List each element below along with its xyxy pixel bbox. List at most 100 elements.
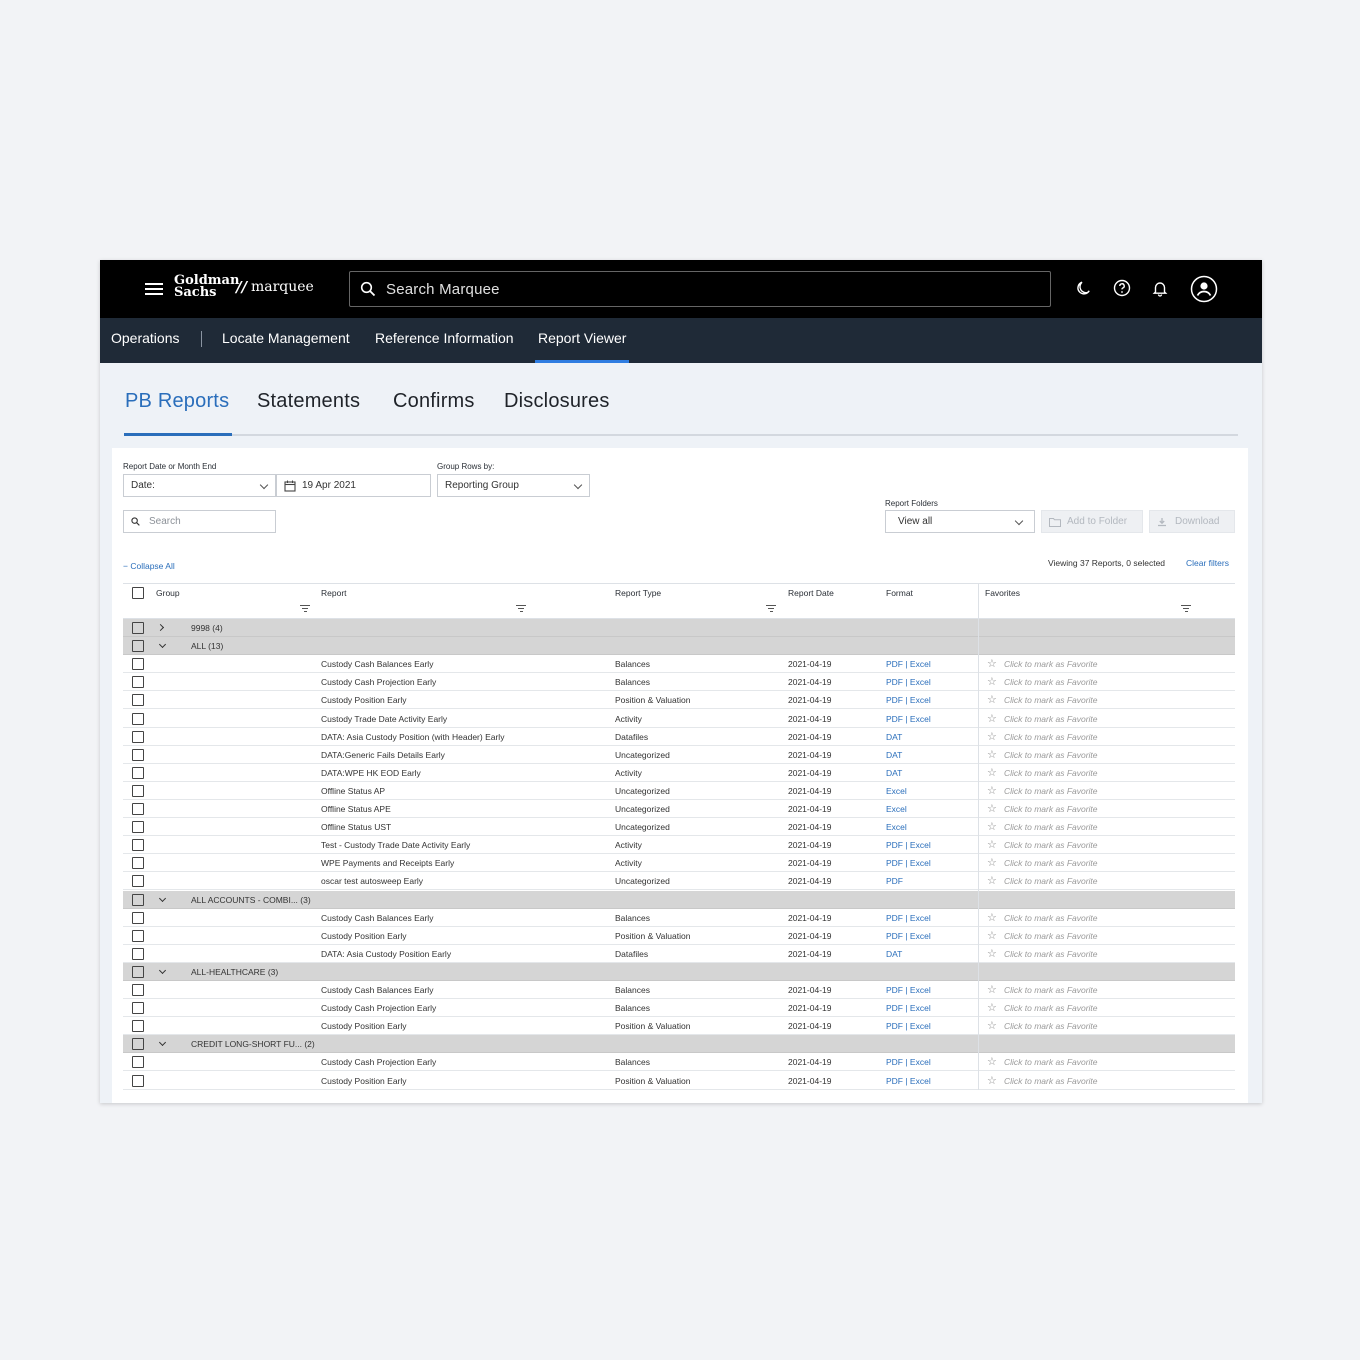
report-format-links[interactable]: PDF | Excel <box>886 913 931 923</box>
column-header-format[interactable]: Format <box>886 588 913 598</box>
mark-favorite-link[interactable]: Click to mark as Favorite <box>1004 804 1098 814</box>
star-icon[interactable]: ☆ <box>987 822 997 833</box>
date-picker[interactable]: 19 Apr 2021 <box>276 474 431 497</box>
table-row[interactable]: Custody Trade Date Activity Early Activit… <box>123 710 1235 728</box>
mark-favorite-link[interactable]: Click to mark as Favorite <box>1004 913 1098 923</box>
star-icon[interactable]: ☆ <box>987 1057 997 1068</box>
filter-icon[interactable] <box>300 605 310 613</box>
report-format-links[interactable]: Excel <box>886 822 907 832</box>
star-icon[interactable]: ☆ <box>987 695 997 706</box>
chevron-down-icon[interactable] <box>158 894 167 902</box>
filter-icon[interactable] <box>766 605 776 613</box>
add-to-folder-button[interactable]: Add to Folder <box>1041 510 1143 533</box>
mark-favorite-link[interactable]: Click to mark as Favorite <box>1004 1076 1098 1086</box>
row-checkbox[interactable] <box>132 947 144 960</box>
table-row[interactable]: Custody Cash Balances Early Balances 2021-… <box>123 655 1235 674</box>
table-row[interactable]: DATA: Asia Custody Position (with Header… <box>123 728 1235 746</box>
star-icon[interactable]: ☆ <box>987 948 997 960</box>
report-format-links[interactable]: DAT <box>886 949 902 959</box>
mark-favorite-link[interactable]: Click to mark as Favorite <box>1004 677 1098 687</box>
mark-favorite-link[interactable]: Click to mark as Favorite <box>1004 1003 1098 1013</box>
row-checkbox[interactable] <box>132 658 144 671</box>
star-icon[interactable]: ☆ <box>987 1021 997 1032</box>
mark-favorite-link[interactable]: Click to mark as Favorite <box>1004 822 1098 832</box>
star-icon[interactable]: ☆ <box>987 804 997 815</box>
report-format-links[interactable]: PDF | Excel <box>886 1021 931 1031</box>
row-checkbox[interactable] <box>132 730 144 743</box>
nav-item-locate-management[interactable]: Locate Management <box>222 318 350 363</box>
star-icon[interactable]: ☆ <box>987 985 997 996</box>
report-format-links[interactable]: Excel <box>886 786 907 796</box>
mark-favorite-link[interactable]: Click to mark as Favorite <box>1004 985 1098 995</box>
nav-item-operations[interactable]: Operations <box>111 318 179 363</box>
mark-favorite-link[interactable]: Click to mark as Favorite <box>1004 1021 1098 1031</box>
collapse-all-link[interactable]: − Collapse All <box>123 561 175 571</box>
tab-statements[interactable]: Statements <box>257 390 360 413</box>
star-icon[interactable]: ☆ <box>987 731 997 743</box>
row-checkbox[interactable] <box>132 640 144 653</box>
table-row[interactable]: WPE Payments and Receipts Early Activity 2… <box>123 854 1235 873</box>
mark-favorite-link[interactable]: Click to mark as Favorite <box>1004 786 1098 796</box>
row-checkbox[interactable] <box>132 875 144 888</box>
clear-filters-link[interactable]: Clear filters <box>1186 558 1229 568</box>
chevron-right-icon[interactable] <box>156 623 165 632</box>
table-row[interactable]: Custody Cash Projection Early Balances 202… <box>123 673 1235 692</box>
group-rows-select[interactable]: Reporting Group <box>437 474 590 497</box>
mark-favorite-link[interactable]: Click to mark as Favorite <box>1004 732 1098 742</box>
mark-favorite-link[interactable]: Click to mark as Favorite <box>1004 858 1098 868</box>
bell-icon[interactable] <box>1149 277 1171 299</box>
report-format-links[interactable]: PDF | Excel <box>886 1003 931 1013</box>
global-search-input[interactable]: Search Marquee <box>349 271 1051 307</box>
star-icon[interactable]: ☆ <box>987 912 997 924</box>
group-row[interactable]: ALL (13) <box>123 637 1235 656</box>
table-row[interactable]: Offline Status UST Uncategorized 2021-04-1… <box>123 818 1235 837</box>
report-format-links[interactable]: PDF | Excel <box>886 858 931 868</box>
report-format-links[interactable]: PDF | Excel <box>886 840 931 850</box>
mark-favorite-link[interactable]: Click to mark as Favorite <box>1004 659 1098 669</box>
star-icon[interactable]: ☆ <box>987 677 997 688</box>
report-format-links[interactable]: PDF | Excel <box>886 931 931 941</box>
table-row[interactable]: Custody Cash Balances Early Balances 2021-… <box>123 909 1235 927</box>
report-search-input[interactable]: Search <box>123 510 276 533</box>
report-format-links[interactable]: Excel <box>886 804 907 814</box>
table-row[interactable]: DATA:WPE HK EOD Early Activity 2021-04-19 D… <box>123 764 1235 782</box>
filter-icon[interactable] <box>516 605 526 613</box>
table-row[interactable]: DATA:Generic Fails Details Early Uncatego… <box>123 746 1235 764</box>
report-format-links[interactable]: PDF | Excel <box>886 659 931 669</box>
date-type-select[interactable]: Date: <box>123 474 276 497</box>
star-icon[interactable]: ☆ <box>987 876 997 887</box>
row-checkbox[interactable] <box>132 712 144 725</box>
chevron-down-icon[interactable] <box>158 1039 167 1047</box>
table-row[interactable]: Custody Position Early Position & Valuati… <box>123 927 1235 945</box>
row-checkbox[interactable] <box>132 694 144 707</box>
row-checkbox[interactable] <box>132 965 144 978</box>
star-icon[interactable]: ☆ <box>987 659 997 670</box>
report-format-links[interactable]: PDF <box>886 876 903 886</box>
report-format-links[interactable]: DAT <box>886 732 902 742</box>
table-row[interactable]: Custody Cash Projection Early Balances 202… <box>123 999 1235 1018</box>
mark-favorite-link[interactable]: Click to mark as Favorite <box>1004 931 1098 941</box>
table-row[interactable]: oscar test autosweep Early Uncategorized 2… <box>123 872 1235 891</box>
user-icon[interactable] <box>1190 275 1218 303</box>
group-row[interactable]: ALL ACCOUNTS - COMBI... (3) <box>123 890 1235 909</box>
star-icon[interactable]: ☆ <box>987 930 997 942</box>
group-row[interactable]: 9998 (4) <box>123 619 1235 637</box>
row-checkbox[interactable] <box>132 784 144 797</box>
mark-favorite-link[interactable]: Click to mark as Favorite <box>1004 949 1098 959</box>
report-format-links[interactable]: PDF | Excel <box>886 677 931 687</box>
star-icon[interactable]: ☆ <box>987 858 997 869</box>
report-format-links[interactable]: DAT <box>886 768 902 778</box>
table-row[interactable]: Custody Cash Balances Early Balances 2021-… <box>123 981 1235 999</box>
table-row[interactable]: Custody Position Early Position & Valuati… <box>123 1017 1235 1036</box>
select-all-checkbox[interactable] <box>132 587 144 599</box>
row-checkbox[interactable] <box>132 1074 144 1087</box>
chevron-down-icon[interactable] <box>158 641 167 649</box>
star-icon[interactable]: ☆ <box>987 749 997 761</box>
row-checkbox[interactable] <box>132 1020 144 1033</box>
column-header-group[interactable]: Group <box>156 588 180 598</box>
row-checkbox[interactable] <box>132 766 144 779</box>
table-row[interactable]: Custody Position Early Position & Valuati… <box>123 1072 1235 1090</box>
row-checkbox[interactable] <box>132 1056 144 1069</box>
star-icon[interactable]: ☆ <box>987 785 997 797</box>
row-checkbox[interactable] <box>132 857 144 870</box>
